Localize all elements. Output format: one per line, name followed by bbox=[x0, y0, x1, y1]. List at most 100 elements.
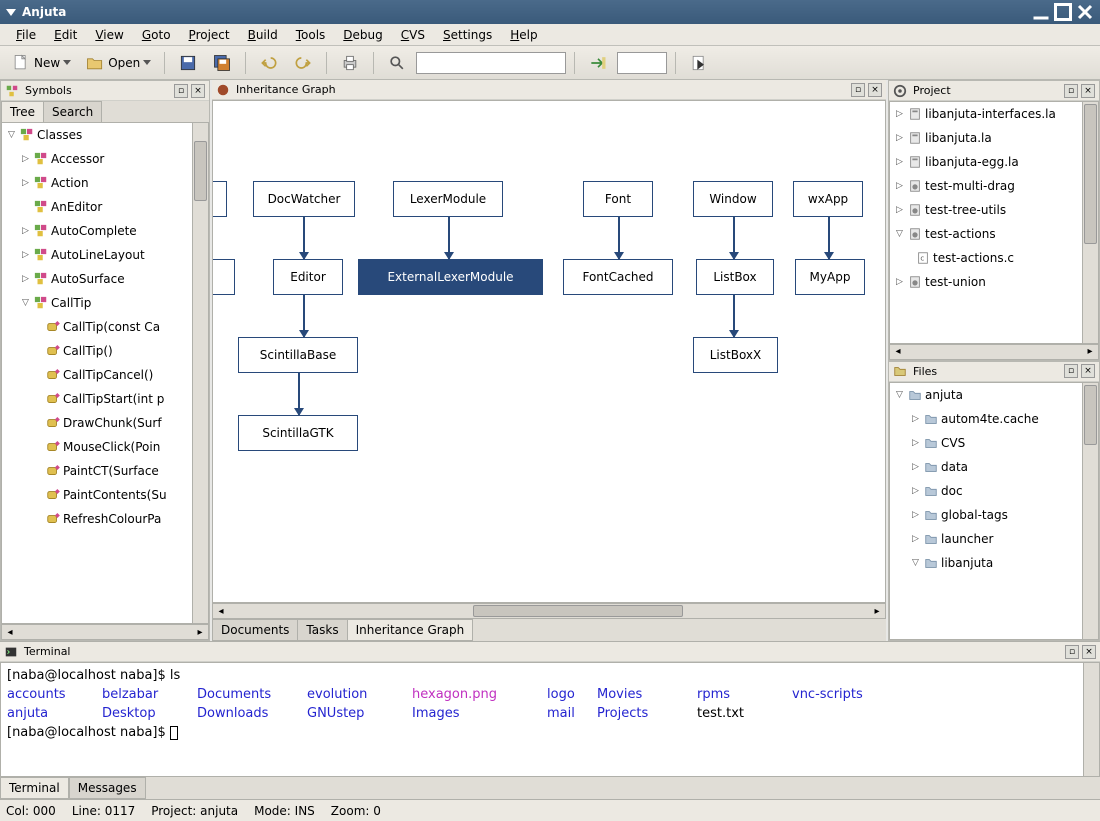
tree-row[interactable]: ▷test-multi-drag bbox=[890, 174, 1098, 198]
tree-row[interactable]: ▷global-tags bbox=[890, 503, 1098, 527]
open-button[interactable]: Open bbox=[80, 49, 156, 77]
tree-row[interactable]: RefreshColourPa bbox=[2, 507, 208, 531]
doc-tab-documents[interactable]: Documents bbox=[212, 619, 298, 641]
graph-node-fontcached[interactable]: FontCached bbox=[563, 259, 673, 295]
graph-node-lexermodule[interactable]: LexerModule bbox=[393, 181, 503, 217]
menu-help[interactable]: Help bbox=[502, 26, 545, 44]
close-button[interactable] bbox=[1076, 4, 1094, 20]
window-menu-icon[interactable] bbox=[6, 9, 16, 16]
graph-node-window[interactable]: Window bbox=[693, 181, 773, 217]
tree-row[interactable]: MouseClick(Poin bbox=[2, 435, 208, 459]
symbols-tab-search[interactable]: Search bbox=[43, 101, 102, 122]
doc-tab-graph[interactable]: Inheritance Graph bbox=[347, 619, 474, 641]
tree-row[interactable]: ▷doc bbox=[890, 479, 1098, 503]
goto-input[interactable] bbox=[617, 52, 667, 74]
tree-row[interactable]: ▽CallTip bbox=[2, 291, 208, 315]
tree-row[interactable]: ▷AutoLineLayout bbox=[2, 243, 208, 267]
scrollbar[interactable] bbox=[1082, 102, 1098, 343]
tree-row[interactable]: AnEditor bbox=[2, 195, 208, 219]
tree-row[interactable]: CallTip() bbox=[2, 339, 208, 363]
tree-row[interactable]: CallTip(const Ca bbox=[2, 315, 208, 339]
tree-row[interactable]: ▷libanjuta.la bbox=[890, 126, 1098, 150]
graph-node-docwatcher[interactable]: DocWatcher bbox=[253, 181, 355, 217]
goto-button[interactable] bbox=[583, 49, 613, 77]
tree-row[interactable]: ctest-actions.c bbox=[890, 246, 1098, 270]
find-button[interactable] bbox=[382, 49, 412, 77]
tree-row[interactable]: ▽libanjuta bbox=[890, 551, 1098, 575]
panel-close-icon[interactable]: × bbox=[191, 84, 205, 98]
tree-row[interactable]: ▽Classes bbox=[2, 123, 208, 147]
tree-row[interactable]: ▷test-tree-utils bbox=[890, 198, 1098, 222]
menu-goto[interactable]: Goto bbox=[134, 26, 179, 44]
tree-row[interactable]: ▷AutoComplete bbox=[2, 219, 208, 243]
tree-row[interactable]: ▷libanjuta-interfaces.la bbox=[890, 102, 1098, 126]
tree-row[interactable]: ▷launcher bbox=[890, 527, 1098, 551]
symbols-tree[interactable]: ▽Classes▷Accessor▷ActionAnEditor▷AutoCom… bbox=[1, 122, 209, 624]
tree-row[interactable]: ▷AutoSurface bbox=[2, 267, 208, 291]
tree-row[interactable]: ▷data bbox=[890, 455, 1098, 479]
new-button[interactable]: New bbox=[6, 49, 76, 77]
tree-row[interactable]: ▷CVS bbox=[890, 431, 1098, 455]
graph-node-external[interactable]: ExternalLexerModule bbox=[358, 259, 543, 295]
tree-row[interactable]: ▽test-actions bbox=[890, 222, 1098, 246]
panel-min-icon[interactable]: ▫ bbox=[1065, 645, 1079, 659]
tree-row[interactable]: CallTipCancel() bbox=[2, 363, 208, 387]
files-tree[interactable]: ▽anjuta▷autom4te.cache▷CVS▷data▷doc▷glob… bbox=[889, 382, 1099, 641]
scrollbar[interactable] bbox=[1082, 383, 1098, 640]
tree-row[interactable]: ▷Action bbox=[2, 171, 208, 195]
graph-node-editor[interactable]: Editor bbox=[273, 259, 343, 295]
tree-row[interactable]: CallTipStart(int p bbox=[2, 387, 208, 411]
symbols-tab-tree[interactable]: Tree bbox=[1, 101, 44, 122]
tree-row[interactable]: ▷test-union bbox=[890, 270, 1098, 294]
tree-row[interactable]: ▽anjuta bbox=[890, 383, 1098, 407]
scrollbar-h[interactable]: ◂▸ bbox=[889, 344, 1099, 360]
menu-build[interactable]: Build bbox=[240, 26, 286, 44]
menu-file[interactable]: File bbox=[8, 26, 44, 44]
tree-row[interactable]: DrawChunk(Surf bbox=[2, 411, 208, 435]
graph-node-scintillagtk[interactable]: ScintillaGTK bbox=[238, 415, 358, 451]
execute-button[interactable] bbox=[684, 49, 714, 77]
term-tab-terminal[interactable]: Terminal bbox=[0, 777, 69, 799]
panel-min-icon[interactable]: ▫ bbox=[174, 84, 188, 98]
panel-close-icon[interactable]: × bbox=[868, 83, 882, 97]
print-button[interactable] bbox=[335, 49, 365, 77]
graph-node-myapp[interactable]: MyApp bbox=[795, 259, 865, 295]
menu-debug[interactable]: Debug bbox=[335, 26, 390, 44]
menu-tools[interactable]: Tools bbox=[288, 26, 334, 44]
tree-row[interactable]: ▷autom4te.cache bbox=[890, 407, 1098, 431]
menu-cvs[interactable]: CVS bbox=[393, 26, 433, 44]
panel-min-icon[interactable]: ▫ bbox=[1064, 364, 1078, 378]
panel-close-icon[interactable]: × bbox=[1082, 645, 1096, 659]
graph-node-listbox[interactable]: ListBox bbox=[696, 259, 774, 295]
scrollbar-h[interactable]: ◂ ▸ bbox=[212, 603, 886, 619]
graph-canvas[interactable]: DocWatcher LexerModule Font Window wxApp Edit… bbox=[212, 100, 886, 603]
scrollbar-h[interactable]: ◂▸ bbox=[1, 624, 209, 640]
panel-close-icon[interactable]: × bbox=[1081, 364, 1095, 378]
menu-settings[interactable]: Settings bbox=[435, 26, 500, 44]
scrollbar[interactable] bbox=[1083, 663, 1099, 776]
undo-button[interactable] bbox=[254, 49, 284, 77]
panel-close-icon[interactable]: × bbox=[1081, 84, 1095, 98]
minimize-button[interactable] bbox=[1032, 4, 1050, 20]
find-input[interactable] bbox=[416, 52, 566, 74]
panel-min-icon[interactable]: ▫ bbox=[1064, 84, 1078, 98]
term-tab-messages[interactable]: Messages bbox=[69, 777, 146, 799]
tree-row[interactable]: ▷libanjuta-egg.la bbox=[890, 150, 1098, 174]
menu-project[interactable]: Project bbox=[181, 26, 238, 44]
tree-row[interactable]: PaintContents(Su bbox=[2, 483, 208, 507]
graph-node-scintillabase[interactable]: ScintillaBase bbox=[238, 337, 358, 373]
graph-node-font[interactable]: Font bbox=[583, 181, 653, 217]
tree-row[interactable]: ▷Accessor bbox=[2, 147, 208, 171]
panel-min-icon[interactable]: ▫ bbox=[851, 83, 865, 97]
menu-view[interactable]: View bbox=[87, 26, 131, 44]
scrollbar[interactable] bbox=[192, 123, 208, 623]
terminal-output[interactable]: [naba@localhost naba]$ lsaccountsbelzaba… bbox=[0, 662, 1100, 777]
redo-button[interactable] bbox=[288, 49, 318, 77]
graph-node-wxapp[interactable]: wxApp bbox=[793, 181, 863, 217]
graph-node-listboxx[interactable]: ListBoxX bbox=[693, 337, 778, 373]
doc-tab-tasks[interactable]: Tasks bbox=[297, 619, 347, 641]
maximize-button[interactable] bbox=[1054, 4, 1072, 20]
project-tree[interactable]: ▷libanjuta-interfaces.la▷libanjuta.la▷li… bbox=[889, 101, 1099, 344]
menu-edit[interactable]: Edit bbox=[46, 26, 85, 44]
save-button[interactable] bbox=[173, 49, 203, 77]
